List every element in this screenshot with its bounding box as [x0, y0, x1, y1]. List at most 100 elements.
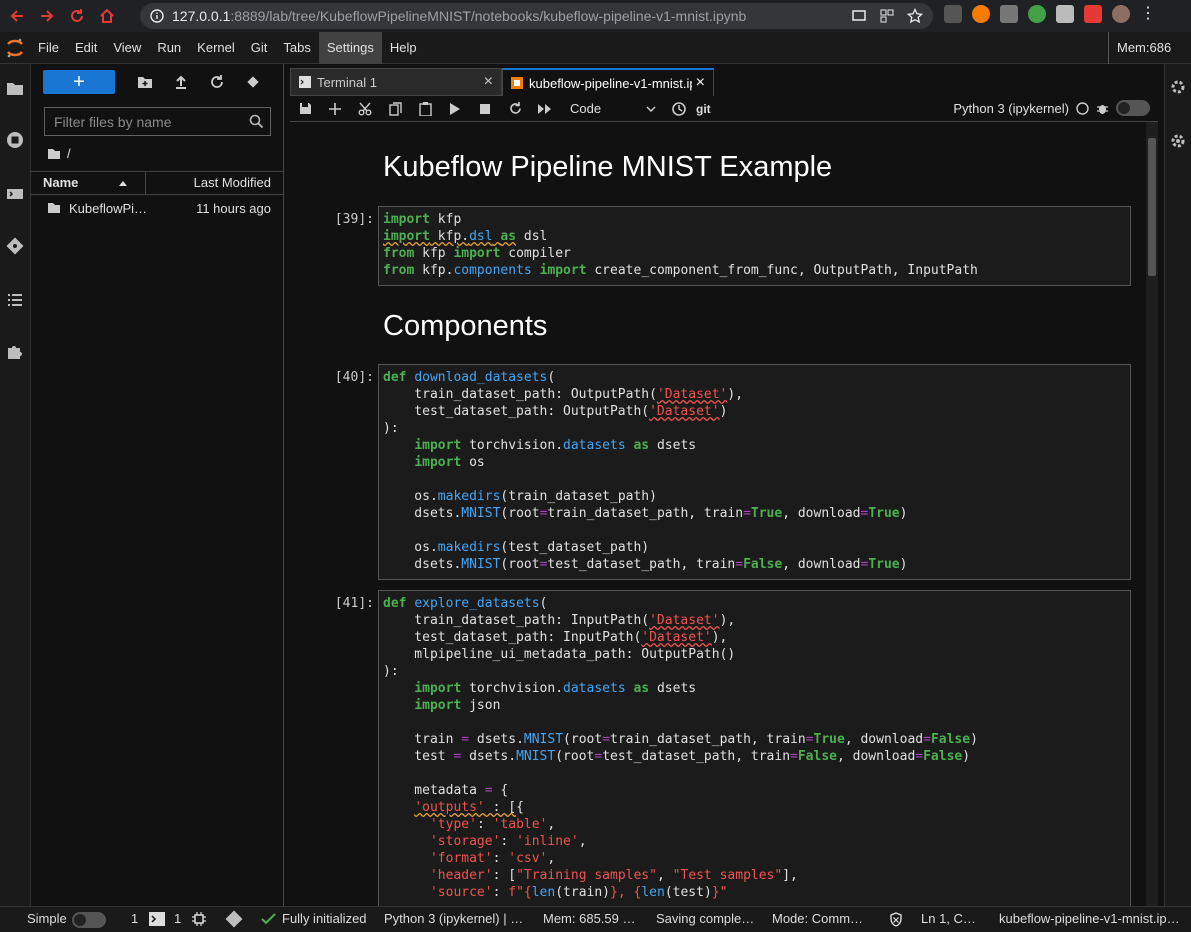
menu-file[interactable]: File: [30, 32, 67, 64]
stop-icon[interactable]: [470, 103, 500, 114]
cell-prompt: [40]:: [334, 370, 374, 385]
forward-icon[interactable]: [34, 3, 60, 29]
git-button[interactable]: git: [696, 102, 711, 116]
git-clone-icon[interactable]: [235, 75, 271, 89]
cell-type-select[interactable]: Code: [570, 101, 656, 116]
cursor-position[interactable]: Ln 1, C…: [921, 911, 976, 926]
table-of-contents-icon[interactable]: [5, 290, 25, 310]
tab-terminal[interactable]: Terminal 1 ×: [290, 68, 502, 96]
extension-icon-light[interactable]: [1056, 5, 1074, 23]
save-status: Saving comple…: [656, 911, 755, 926]
kernel-chip-icon[interactable]: [192, 912, 206, 926]
extensions-icon[interactable]: [5, 342, 25, 362]
lsp-status-icon[interactable]: [261, 912, 277, 926]
file-browser: + Filter files by name / Name Last Modif…: [31, 64, 284, 906]
menu-git[interactable]: Git: [243, 32, 276, 64]
menu-help[interactable]: Help: [382, 32, 425, 64]
debugger-icon[interactable]: [1096, 102, 1109, 115]
menu-run[interactable]: Run: [149, 32, 189, 64]
notebook-scrollbar[interactable]: [1146, 122, 1158, 906]
search-icon: [249, 114, 264, 129]
close-icon[interactable]: ×: [696, 74, 705, 92]
terminal-count: 1: [131, 911, 139, 926]
fast-forward-icon[interactable]: [530, 103, 560, 114]
kernel-name[interactable]: Python 3 (ipykernel): [953, 101, 1069, 116]
extension-icon-colorful[interactable]: [1028, 5, 1046, 23]
kernel-count: 1: [174, 911, 182, 926]
new-folder-icon[interactable]: [127, 75, 163, 89]
cell-prompt: [39]:: [334, 212, 374, 227]
notebook-heading: Kubeflow Pipeline MNIST Example: [383, 151, 833, 183]
menu-view[interactable]: View: [105, 32, 149, 64]
avatar[interactable]: [1112, 5, 1130, 23]
qr-icon[interactable]: [879, 8, 895, 24]
shield-icon[interactable]: [889, 912, 903, 927]
scrollbar-thumb[interactable]: [1148, 138, 1156, 276]
cell-prompt: [41]:: [334, 596, 374, 611]
terminal-icon[interactable]: [5, 184, 25, 204]
simple-mode-toggle[interactable]: [72, 911, 106, 928]
cast-icon[interactable]: [851, 8, 867, 24]
home-icon[interactable]: [94, 3, 120, 29]
folder-icon[interactable]: [5, 78, 25, 98]
site-info-icon[interactable]: [150, 9, 164, 23]
save-icon[interactable]: [290, 102, 320, 115]
kernel-status-icon: [1076, 101, 1089, 115]
new-launcher-button[interactable]: +: [43, 70, 115, 94]
code-cell[interactable]: def download_datasets( train_dataset_pat…: [378, 364, 1131, 580]
column-name[interactable]: Name: [31, 172, 146, 194]
file-filter-input[interactable]: Filter files by name: [44, 107, 271, 136]
property-inspector-icon[interactable]: [1169, 78, 1189, 98]
tab-bar: Terminal 1 × kubeflow-pipeline-v1-mnist.…: [290, 68, 714, 96]
more-menu-icon[interactable]: ⋮: [1140, 5, 1156, 23]
extension-icon-orange[interactable]: [972, 5, 990, 23]
file-row[interactable]: KubeflowPi… 11 hours ago: [31, 197, 284, 219]
add-cell-icon[interactable]: [320, 102, 350, 115]
lsp-status[interactable]: Fully initialized: [282, 911, 367, 926]
kernel-status[interactable]: Python 3 (ipykernel) | …: [384, 911, 523, 926]
column-last-modified[interactable]: Last Modified: [146, 172, 284, 194]
cut-icon[interactable]: [350, 102, 380, 116]
menu-edit[interactable]: Edit: [67, 32, 105, 64]
file-list-header: Name Last Modified: [31, 171, 284, 195]
paste-icon[interactable]: [410, 101, 440, 116]
settings-gear-icon[interactable]: [1169, 132, 1189, 152]
close-icon[interactable]: ×: [484, 73, 493, 91]
breadcrumb[interactable]: /: [47, 146, 71, 161]
browser-toolbar: 127.0.0.1:8889/lab/tree/KubeflowPipeline…: [0, 0, 1191, 32]
code-cell[interactable]: def explore_datasets( train_dataset_path…: [378, 590, 1131, 906]
filter-placeholder: Filter files by name: [54, 113, 172, 130]
restart-icon[interactable]: [500, 102, 530, 115]
git-status-icon[interactable]: [225, 910, 243, 928]
menu-tabs[interactable]: Tabs: [275, 32, 318, 64]
breadcrumb-root[interactable]: /: [67, 146, 71, 161]
tab-notebook[interactable]: kubeflow-pipeline-v1-mnist.ipynb ×: [502, 68, 714, 96]
back-icon[interactable]: [4, 3, 30, 29]
address-bar[interactable]: 127.0.0.1:8889/lab/tree/KubeflowPipeline…: [140, 3, 933, 29]
mode-status: Mode: Comm…: [772, 911, 864, 926]
terminal-icon[interactable]: [149, 912, 165, 926]
main-area: Terminal 1 × kubeflow-pipeline-v1-mnist.…: [284, 64, 1164, 906]
grid-extension-icon[interactable]: [944, 5, 962, 23]
star-icon[interactable]: [907, 8, 923, 24]
copy-icon[interactable]: [380, 101, 410, 116]
git-icon[interactable]: [5, 236, 25, 256]
running-icon[interactable]: [5, 130, 25, 150]
sort-asc-icon: [119, 181, 127, 186]
menu-kernel[interactable]: Kernel: [189, 32, 243, 64]
upload-icon[interactable]: [163, 75, 199, 89]
section-heading: Components: [383, 310, 548, 342]
url-path: :8889/lab/tree/KubeflowPipelineMNIST/not…: [230, 8, 747, 24]
file-path-status: kubeflow-pipeline-v1-mnist.ip…: [999, 911, 1180, 926]
memory-status: Mem: 685.59 …: [543, 911, 636, 926]
refresh-icon[interactable]: [199, 75, 235, 89]
debugger-toggle[interactable]: [1116, 100, 1150, 116]
clock-icon[interactable]: [664, 101, 694, 116]
extension-icon-gray[interactable]: [1000, 5, 1018, 23]
folder-icon: [47, 148, 61, 160]
code-cell[interactable]: import kfp import kfp.dsl as dsl from kf…: [378, 206, 1131, 286]
puzzle-icon[interactable]: [1084, 5, 1102, 23]
menu-settings[interactable]: Settings: [318, 31, 382, 64]
reload-icon[interactable]: [64, 3, 90, 29]
run-icon[interactable]: [440, 102, 470, 115]
